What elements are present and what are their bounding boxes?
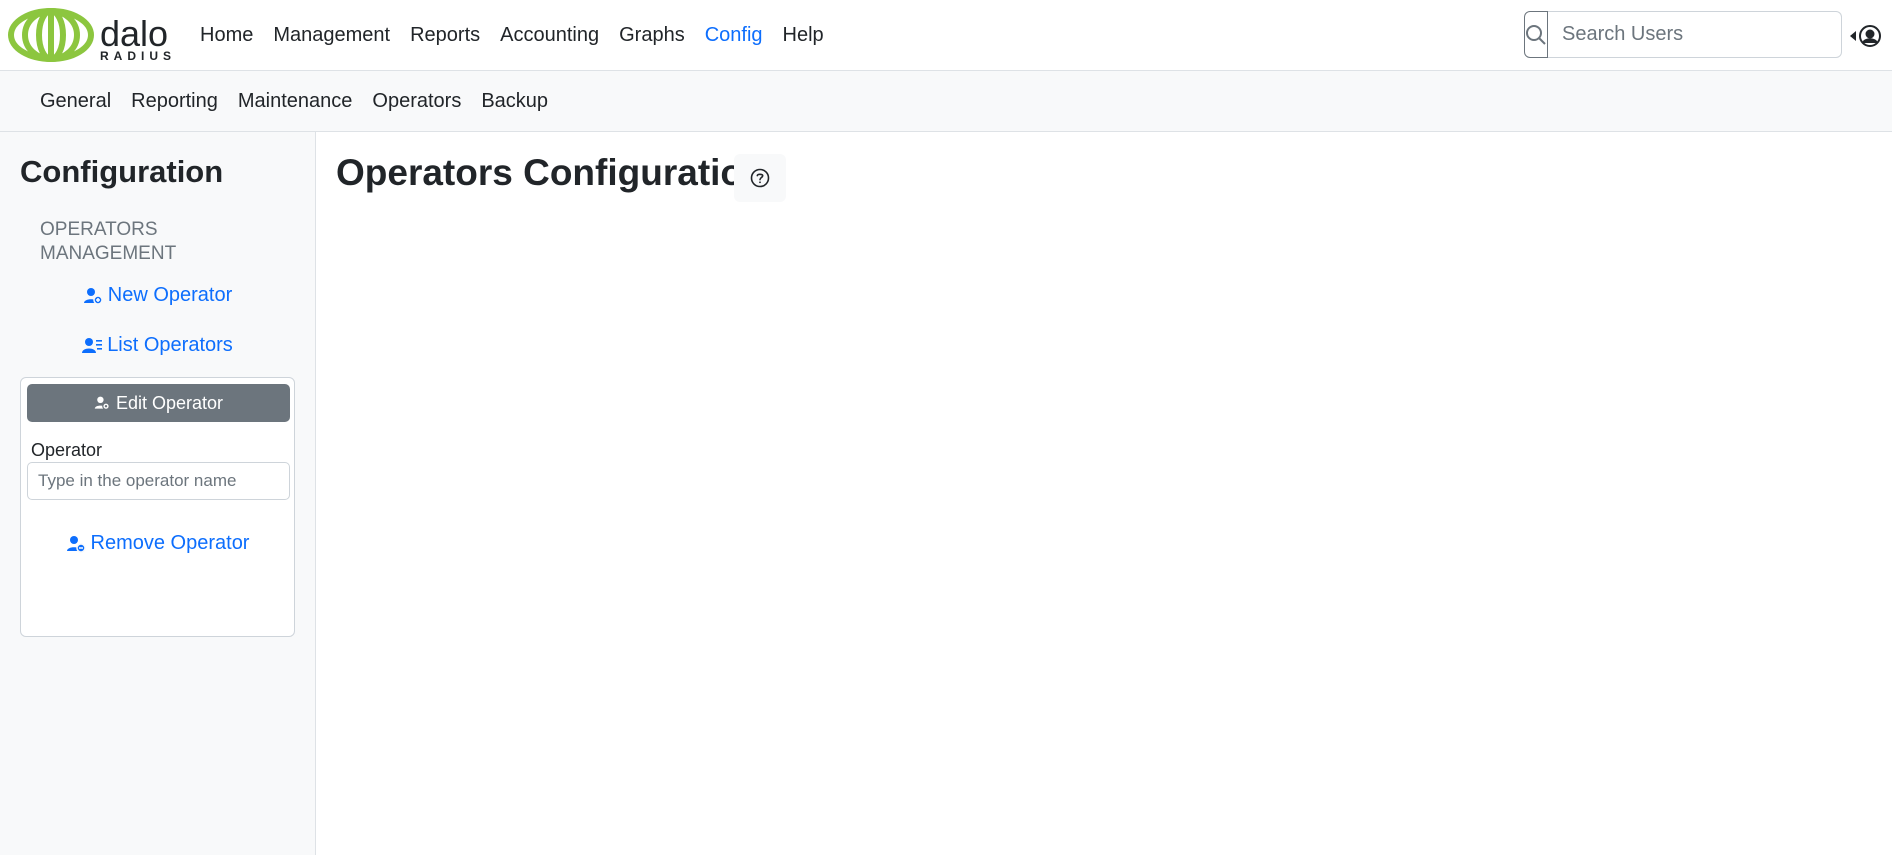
nav-item-help[interactable]: Help [773,0,834,71]
logo-text-top: dalo [100,13,168,54]
nav-item-management[interactable]: Management [263,0,400,71]
operator-name-input[interactable] [27,462,290,500]
search-button[interactable] [1524,11,1548,58]
sidebar-title: Configuration [20,154,224,189]
search-group [1524,11,1842,58]
caret-left-icon [1850,31,1856,41]
top-navbar: dalo RADIUS Home Management Reports Account… [0,0,1892,71]
person-remove-icon [66,535,86,553]
list-operators-link[interactable]: List Operators [20,334,295,357]
sidebar-section-heading: OPERATORS MANAGEMENT [40,219,177,264]
subnav-item-maintenance[interactable]: Maintenance [228,90,363,113]
edit-operator-label: Edit Operator [115,392,224,413]
edit-operator-button[interactable]: Edit Operator [27,384,290,422]
new-operator-label: New Operator [107,284,233,306]
remove-operator-link[interactable]: Remove Operator [20,532,295,555]
operator-field-label: Operator [31,440,103,460]
person-add-icon [83,287,103,305]
search-input[interactable] [1548,11,1842,58]
subnav-item-backup[interactable]: Backup [471,90,558,113]
person-lines-icon [82,337,103,353]
nav-item-reports[interactable]: Reports [400,0,490,71]
list-operators-label: List Operators [107,334,233,356]
subnav-item-general[interactable]: General [30,90,121,113]
logo-text-bottom: RADIUS [100,49,176,62]
person-gear-icon [94,396,110,410]
new-operator-link[interactable]: New Operator [20,284,295,307]
user-circle-icon [1859,25,1881,47]
sub-navbar: General Reporting Maintenance Operators Back… [0,71,1892,132]
nav-item-home[interactable]: Home [190,0,263,71]
daloradius-logo[interactable]: dalo RADIUS [8,8,183,63]
help-button[interactable] [734,154,786,202]
sidebar: Configuration OPERATORS MANAGEMENT New O… [0,132,316,855]
nav-item-graphs[interactable]: Graphs [609,0,695,71]
main-nav: Home Management Reports Accounting Graphs Con… [190,0,834,71]
subnav-item-reporting[interactable]: Reporting [121,90,228,113]
search-icon [1526,24,1546,45]
question-circle-icon [750,168,770,188]
logo-globe [8,8,94,62]
edit-operator-form: Edit Operator Operator [20,377,295,637]
nav-item-config[interactable]: Config [695,0,773,71]
user-menu[interactable] [1848,22,1892,50]
page-title: Operators Configuration [336,152,766,193]
nav-item-accounting[interactable]: Accounting [490,0,609,71]
subnav-item-operators[interactable]: Operators [362,90,471,113]
remove-operator-label: Remove Operator [90,532,250,554]
